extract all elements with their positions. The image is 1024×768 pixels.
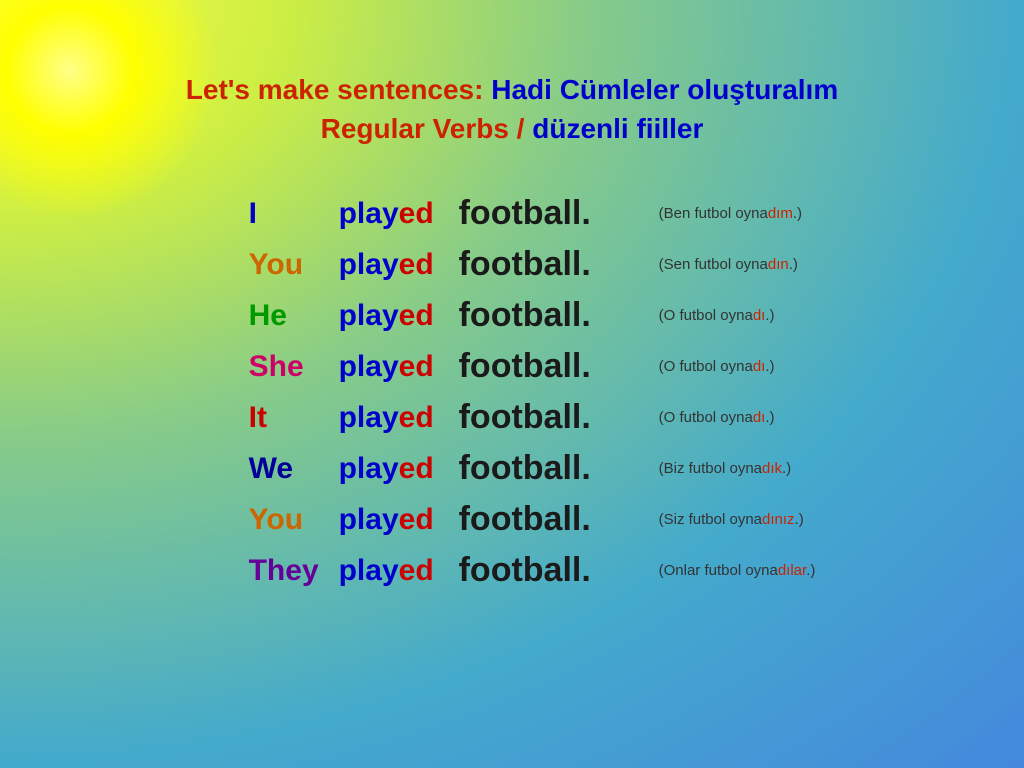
- translation-cell-0: (Ben futbol oynadım.): [655, 199, 820, 228]
- play-part: play: [339, 503, 399, 536]
- translation-cell-7: (Onlar futbol oynadılar.): [655, 556, 820, 585]
- play-part: play: [339, 401, 399, 434]
- played-cell-5: played: [335, 446, 455, 492]
- subject-cell-4: It: [245, 395, 335, 441]
- played-cell-1: played: [335, 242, 455, 288]
- football-cell-2: football.: [455, 290, 655, 341]
- ed-part: ed: [399, 554, 434, 587]
- subject-cell-1: You: [245, 242, 335, 288]
- subject-cell-7: They: [245, 548, 335, 594]
- play-part: play: [339, 350, 399, 383]
- played-cell-6: played: [335, 497, 455, 543]
- ed-part: ed: [399, 299, 434, 332]
- subject-cell-3: She: [245, 344, 335, 390]
- sentence-table: Iplayedfootball.(Ben futbol oynadım.)You…: [245, 188, 820, 596]
- football-cell-7: football.: [455, 545, 655, 596]
- football-cell-0: football.: [455, 188, 655, 239]
- play-part: play: [339, 452, 399, 485]
- subject-cell-5: We: [245, 446, 335, 492]
- played-cell-2: played: [335, 293, 455, 339]
- translation-cell-2: (O futbol oynadı.): [655, 301, 820, 330]
- translation-cell-6: (Siz futbol oynadınız.): [655, 505, 820, 534]
- played-cell-7: played: [335, 548, 455, 594]
- ed-part: ed: [399, 197, 434, 230]
- ed-part: ed: [399, 350, 434, 383]
- play-part: play: [339, 248, 399, 281]
- play-part: play: [339, 197, 399, 230]
- play-part: play: [339, 554, 399, 587]
- ed-part: ed: [399, 248, 434, 281]
- ed-part: ed: [399, 452, 434, 485]
- title-block: Let's make sentences: Hadi Cümleler oluş…: [186, 70, 838, 148]
- subject-cell-0: I: [245, 191, 335, 237]
- subject-cell-2: He: [245, 293, 335, 339]
- title-line1: Let's make sentences: Hadi Cümleler oluş…: [186, 70, 838, 109]
- title-red-part: Let's make sentences:: [186, 74, 491, 105]
- subject-cell-6: You: [245, 497, 335, 543]
- played-cell-0: played: [335, 191, 455, 237]
- title-line2: Regular Verbs / düzenli fiiller: [186, 109, 838, 148]
- football-cell-1: football.: [455, 239, 655, 290]
- page-content: Let's make sentences: Hadi Cümleler oluş…: [0, 0, 1024, 596]
- title-blue-part: Hadi Cümleler oluşturalım: [491, 74, 838, 105]
- translation-cell-3: (O futbol oynadı.): [655, 352, 820, 381]
- ed-part: ed: [399, 401, 434, 434]
- football-cell-3: football.: [455, 341, 655, 392]
- ed-part: ed: [399, 503, 434, 536]
- football-cell-6: football.: [455, 494, 655, 545]
- title-line2-blue: düzenli fiiller: [532, 113, 703, 144]
- play-part: play: [339, 299, 399, 332]
- translation-cell-4: (O futbol oynadı.): [655, 403, 820, 432]
- football-cell-4: football.: [455, 392, 655, 443]
- football-cell-5: football.: [455, 443, 655, 494]
- played-cell-3: played: [335, 344, 455, 390]
- title-line2-red: Regular Verbs /: [321, 113, 533, 144]
- translation-cell-1: (Sen futbol oynadın.): [655, 250, 820, 279]
- translation-cell-5: (Biz futbol oynadık.): [655, 454, 820, 483]
- played-cell-4: played: [335, 395, 455, 441]
